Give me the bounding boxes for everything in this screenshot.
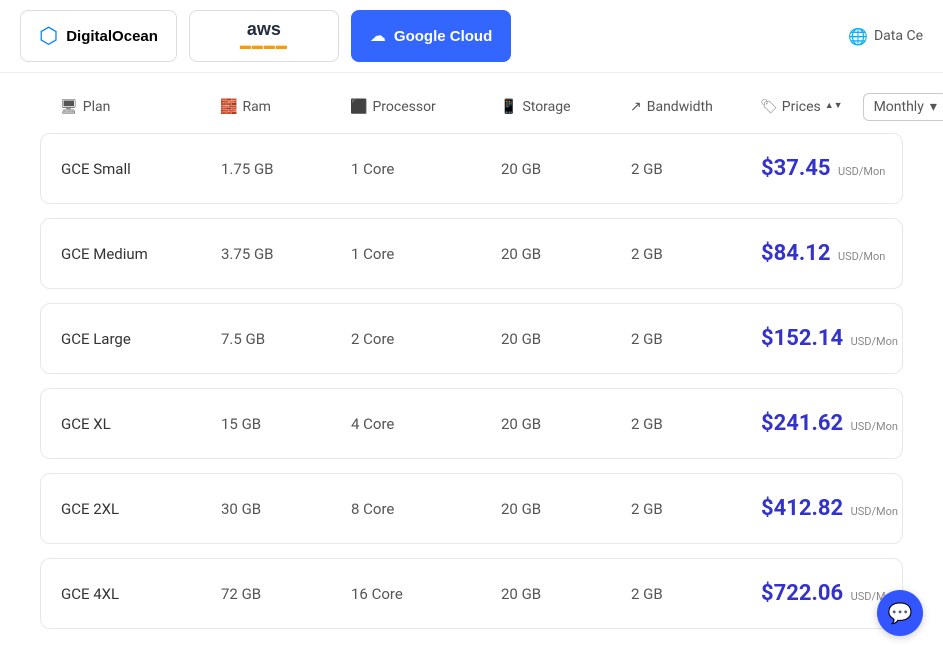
top-nav: ⬡ DigitalOcean aws ▬▬▬▬ ☁ Google Cloud 🌐… — [0, 0, 943, 73]
price-unit: USD/Mon — [838, 165, 885, 178]
price-unit: USD/Mon — [851, 335, 898, 348]
plan-processor: 2 Core — [351, 330, 501, 348]
digitalocean-label: DigitalOcean — [66, 28, 158, 45]
storage-col-icon: 📱 — [500, 99, 517, 115]
aws-btn[interactable]: aws ▬▬▬▬ — [189, 10, 339, 62]
col-processor: ⬛ Processor — [350, 99, 500, 115]
chat-icon: 💬 — [888, 601, 913, 625]
plan-price: $241.62 USD/Mon — [761, 411, 943, 436]
plan-price: $84.12 USD/Mon — [761, 241, 943, 266]
googlecloud-label: Google Cloud — [394, 28, 492, 45]
table-row: GCE XL 15 GB 4 Core 20 GB 2 GB $241.62 U… — [40, 388, 903, 459]
plan-processor: 16 Core — [351, 585, 501, 603]
plan-ram: 30 GB — [221, 500, 351, 518]
plan-bandwidth: 2 GB — [631, 415, 761, 433]
plan-ram: 7.5 GB — [221, 330, 351, 348]
table-row: GCE 4XL 72 GB 16 Core 20 GB 2 GB $722.06… — [40, 558, 903, 629]
plan-name: GCE XL — [61, 415, 221, 433]
price-unit: USD/Mon — [851, 420, 898, 433]
table-row: GCE Small 1.75 GB 1 Core 20 GB 2 GB $37.… — [40, 133, 903, 204]
plan-bandwidth: 2 GB — [631, 330, 761, 348]
prices-col-icon: 🏷 — [760, 99, 778, 115]
bandwidth-col-icon: ↗ — [630, 99, 642, 115]
col-storage: 📱 Storage — [500, 99, 630, 115]
plan-storage: 20 GB — [501, 160, 631, 178]
billing-period-dropdown[interactable]: Monthly ▾ — [863, 93, 943, 121]
plan-storage: 20 GB — [501, 330, 631, 348]
chat-bubble-btn[interactable]: 💬 — [877, 590, 923, 636]
sort-icon[interactable]: ▲▼ — [825, 103, 843, 110]
col-bandwidth: ↗ Bandwidth — [630, 99, 760, 115]
plan-storage: 20 GB — [501, 245, 631, 263]
plan-bandwidth: 2 GB — [631, 245, 761, 263]
plan-storage: 20 GB — [501, 585, 631, 603]
col-prices: 🏷 Prices ▲▼ Monthly ▾ — [760, 93, 943, 121]
plan-name: GCE Medium — [61, 245, 221, 263]
plan-ram: 72 GB — [221, 585, 351, 603]
plan-processor: 1 Core — [351, 160, 501, 178]
plans-table-container: 🖥 Plan 🧱 Ram ⬛ Processor 📱 Storage ↗ Ban… — [0, 73, 943, 663]
col-plan: 🖥 Plan — [60, 99, 220, 115]
price-unit: USD/Mon — [838, 250, 885, 263]
plan-name: GCE Small — [61, 160, 221, 178]
datacenter-btn[interactable]: 🌐 Data Ce — [848, 27, 923, 46]
googlecloud-btn[interactable]: ☁ Google Cloud — [351, 10, 511, 62]
plan-price: $37.45 USD/Mon — [761, 156, 943, 181]
table-row: GCE Large 7.5 GB 2 Core 20 GB 2 GB $152.… — [40, 303, 903, 374]
plan-name: GCE Large — [61, 330, 221, 348]
plan-name: GCE 4XL — [61, 585, 221, 603]
globe-icon: 🌐 — [848, 27, 868, 46]
plan-col-icon: 🖥 — [60, 99, 78, 115]
datacenter-label: Data Ce — [874, 28, 923, 44]
ram-col-icon: 🧱 — [220, 99, 237, 115]
chevron-down-icon: ▾ — [930, 99, 937, 115]
aws-label: aws ▬▬▬▬ — [240, 20, 288, 52]
column-headers: 🖥 Plan 🧱 Ram ⬛ Processor 📱 Storage ↗ Ban… — [40, 93, 903, 121]
table-row: GCE Medium 3.75 GB 1 Core 20 GB 2 GB $84… — [40, 218, 903, 289]
plan-name: GCE 2XL — [61, 500, 221, 518]
plan-processor: 8 Core — [351, 500, 501, 518]
plan-processor: 4 Core — [351, 415, 501, 433]
plan-price: $412.82 USD/Mon — [761, 496, 943, 521]
plan-bandwidth: 2 GB — [631, 585, 761, 603]
plan-rows: GCE Small 1.75 GB 1 Core 20 GB 2 GB $37.… — [40, 133, 903, 629]
plan-ram: 3.75 GB — [221, 245, 351, 263]
plan-ram: 15 GB — [221, 415, 351, 433]
digitalocean-icon: ⬡ — [39, 23, 58, 49]
plan-bandwidth: 2 GB — [631, 500, 761, 518]
processor-col-icon: ⬛ — [350, 99, 367, 115]
plan-price: $152.14 USD/Mon — [761, 326, 943, 351]
table-row: GCE 2XL 30 GB 8 Core 20 GB 2 GB $412.82 … — [40, 473, 903, 544]
plan-bandwidth: 2 GB — [631, 160, 761, 178]
price-unit: USD/Mon — [851, 505, 898, 518]
googlecloud-icon: ☁ — [370, 26, 386, 46]
plan-processor: 1 Core — [351, 245, 501, 263]
digitalocean-btn[interactable]: ⬡ DigitalOcean — [20, 10, 177, 62]
plan-storage: 20 GB — [501, 500, 631, 518]
col-ram: 🧱 Ram — [220, 99, 350, 115]
plan-ram: 1.75 GB — [221, 160, 351, 178]
plan-storage: 20 GB — [501, 415, 631, 433]
